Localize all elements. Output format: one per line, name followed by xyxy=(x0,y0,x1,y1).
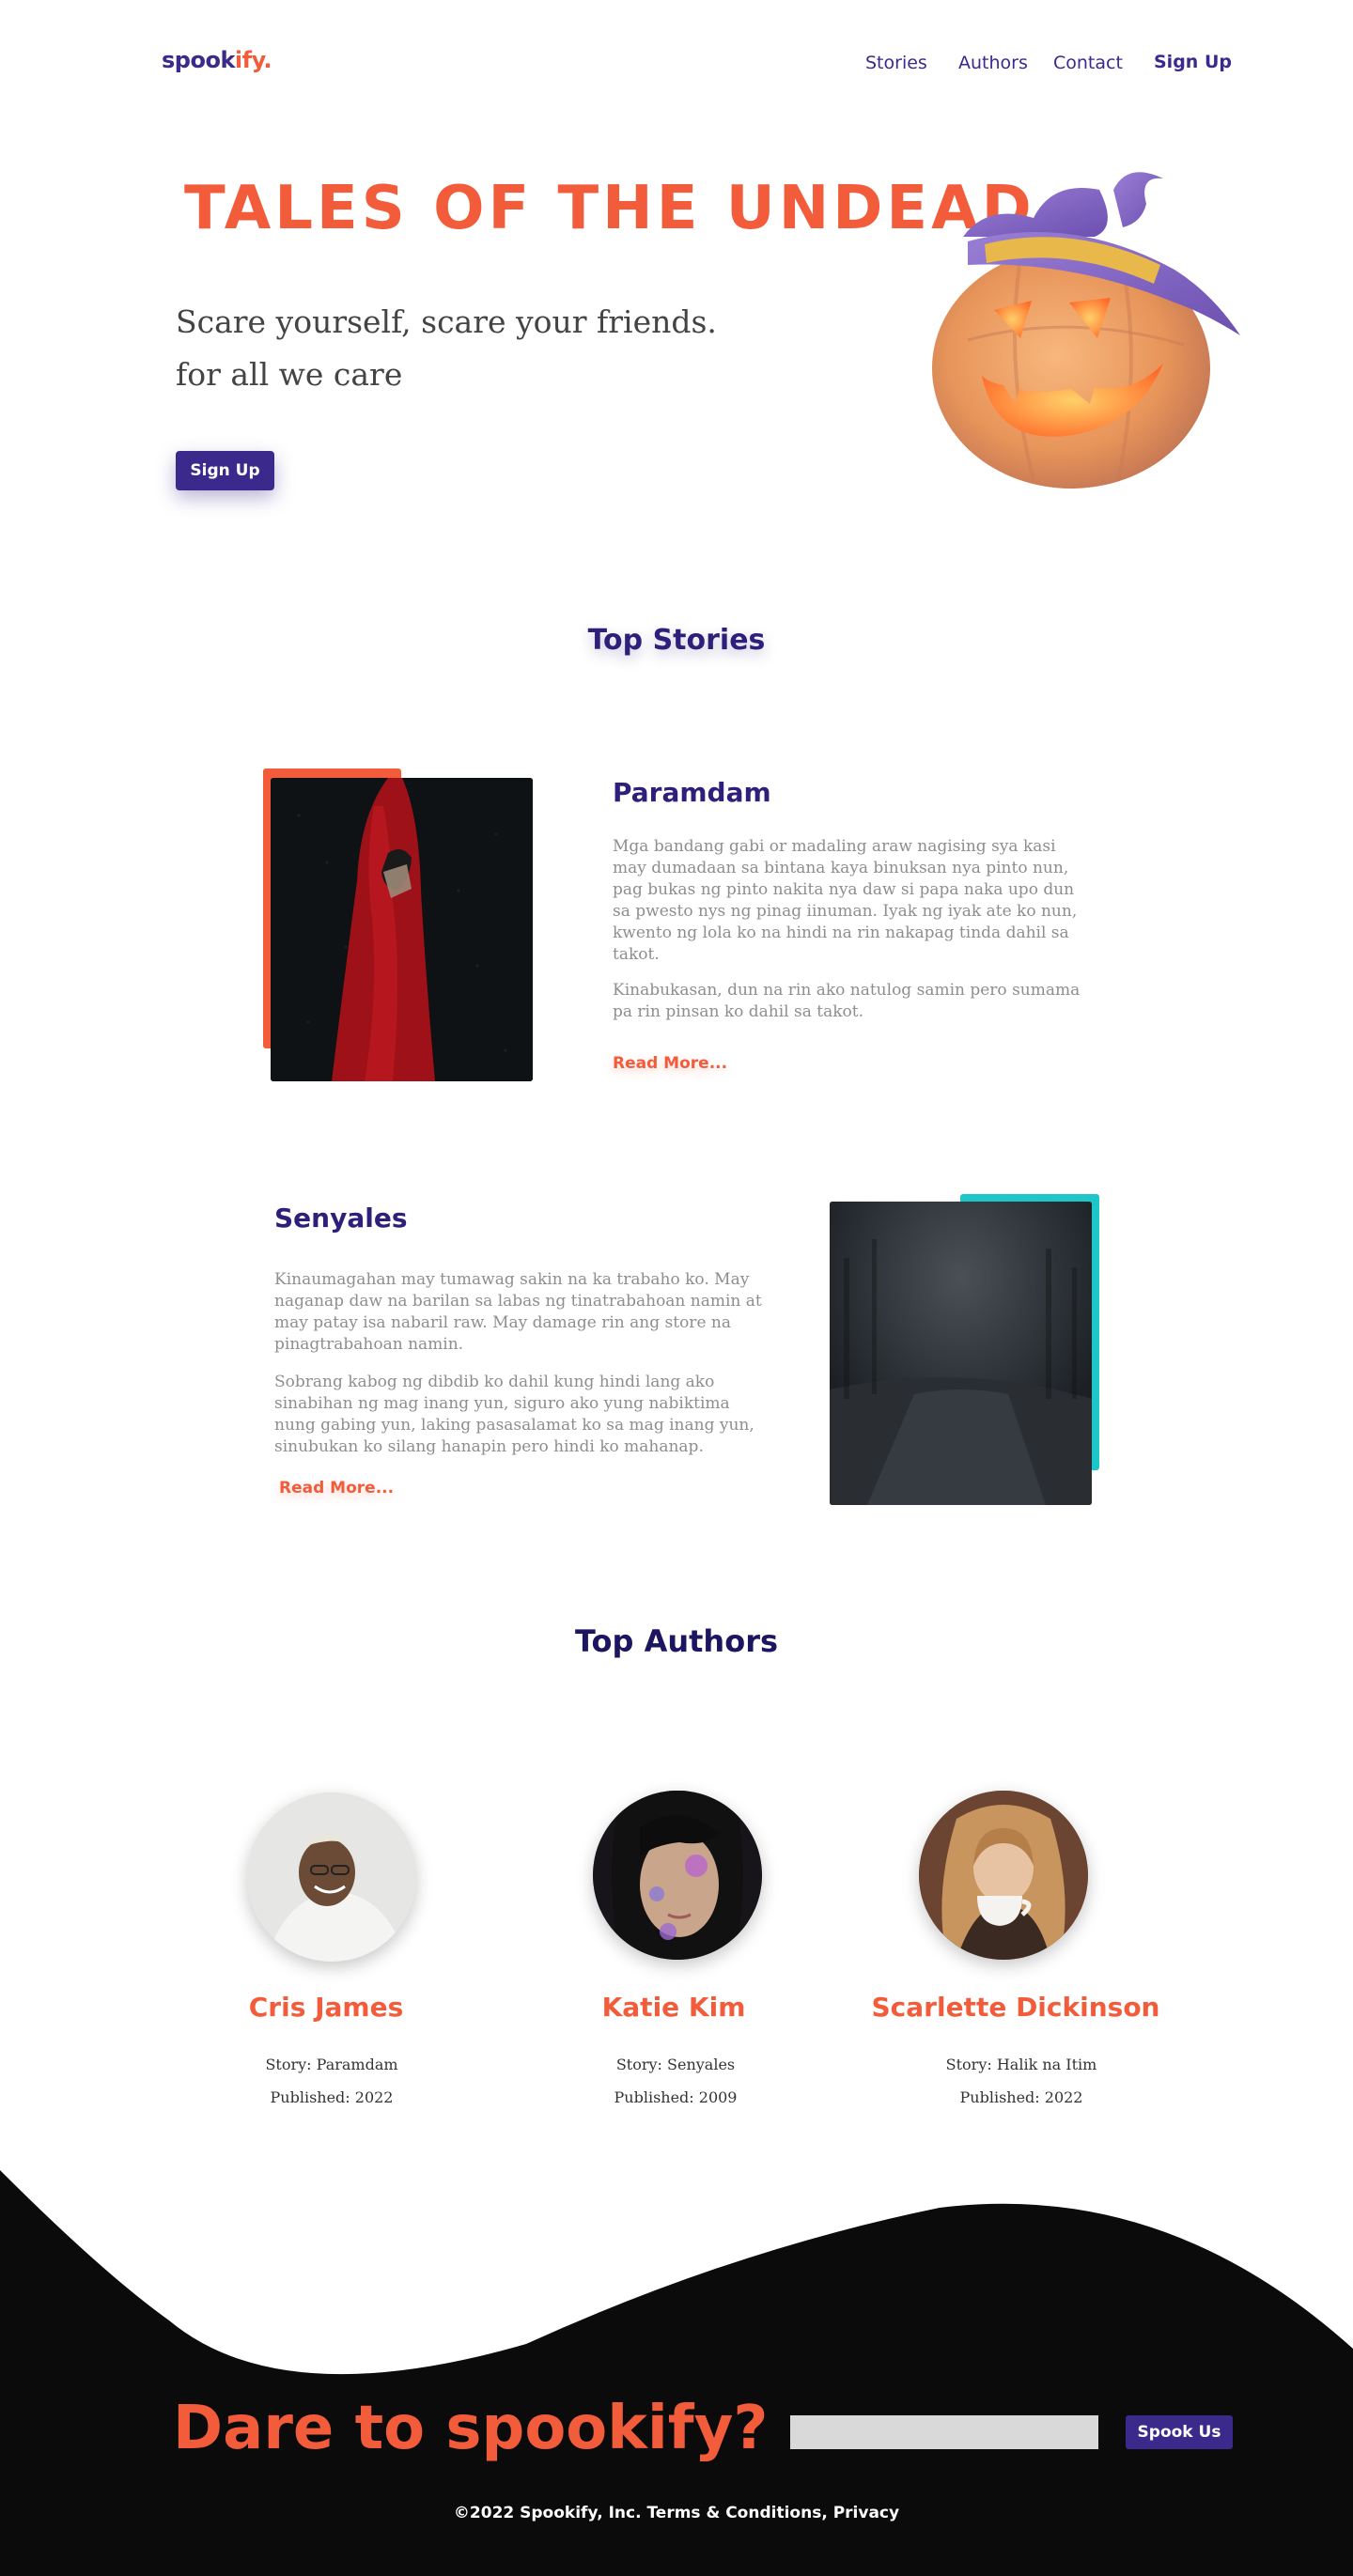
read-more-link[interactable]: Read More... xyxy=(613,1054,727,1073)
email-input[interactable] xyxy=(790,2415,1098,2449)
story-paragraph: Kinaumagahan may tumawag sakin na ka tra… xyxy=(274,1270,762,1354)
footer-title: Dare to spookify? xyxy=(173,2394,769,2463)
copyright: ©2022 Spookify, Inc. Terms & Conditions,… xyxy=(453,2504,900,2522)
pumpkin-image xyxy=(930,171,1240,490)
author-published: Published: 2022 xyxy=(959,2088,1083,2106)
author-published: Published: 2022 xyxy=(270,2088,394,2106)
hero-title: TALES OF THE UNDEAD xyxy=(184,174,1035,243)
story-paragraph: Kinabukasan, dun na rin ako natulog sami… xyxy=(613,981,1081,1021)
author-avatar-scarlette-dickinson[interactable] xyxy=(919,1791,1088,1960)
logo-accent: ify. xyxy=(234,47,272,73)
hooded-figure-icon xyxy=(271,778,533,1081)
avatar xyxy=(593,1791,762,1960)
hero-signup-button[interactable]: Sign Up xyxy=(176,451,274,490)
read-more-link[interactable]: Read More... xyxy=(279,1479,394,1497)
author-name[interactable]: Scarlette Dickinson xyxy=(828,1992,1204,2023)
spook-us-button[interactable]: Spook Us xyxy=(1126,2415,1233,2449)
hero-subtitle-line2: for all we care xyxy=(176,356,403,393)
story-title-senyales[interactable]: Senyales xyxy=(274,1203,408,1234)
dark-forest-road-icon xyxy=(830,1202,1092,1505)
author-avatar-katie-kim[interactable] xyxy=(593,1791,762,1960)
story-paragraph: Sobrang kabog ng dibdib ko dahil kung hi… xyxy=(274,1373,754,1456)
author-published: Published: 2009 xyxy=(614,2088,738,2106)
top-authors-heading: Top Authors xyxy=(574,1623,779,1659)
nav-link-stories[interactable]: Stories xyxy=(865,53,927,73)
hero-subtitle-line1: Scare yourself, scare your friends. xyxy=(176,303,717,340)
nav-link-authors[interactable]: Authors xyxy=(958,53,1028,73)
nav-link-contact[interactable]: Contact xyxy=(1053,53,1123,73)
story-image-senyales[interactable] xyxy=(830,1202,1092,1505)
story-paragraph: Mga bandang gabi or madaling araw nagisi… xyxy=(613,837,1078,964)
author-name[interactable]: Katie Kim xyxy=(486,1992,862,2023)
story-title-paramdam[interactable]: Paramdam xyxy=(613,777,771,808)
pumpkin-witch-hat-icon xyxy=(932,172,1240,489)
avatar xyxy=(919,1791,1088,1960)
story-image-paramdam[interactable] xyxy=(271,778,533,1081)
author-story: Story: Senyales xyxy=(615,2056,736,2073)
author-story: Story: Halik na Itim xyxy=(945,2056,1097,2073)
nav-signup-link[interactable]: Sign Up xyxy=(1154,52,1232,72)
logo-main: spook xyxy=(162,47,235,73)
author-avatar-cris-james[interactable] xyxy=(247,1792,416,1962)
author-name[interactable]: Cris James xyxy=(138,1992,514,2023)
logo[interactable]: spookify. xyxy=(162,47,272,73)
top-stories-heading: Top Stories xyxy=(587,624,766,657)
avatar xyxy=(247,1792,416,1962)
author-story: Story: Paramdam xyxy=(265,2056,398,2073)
